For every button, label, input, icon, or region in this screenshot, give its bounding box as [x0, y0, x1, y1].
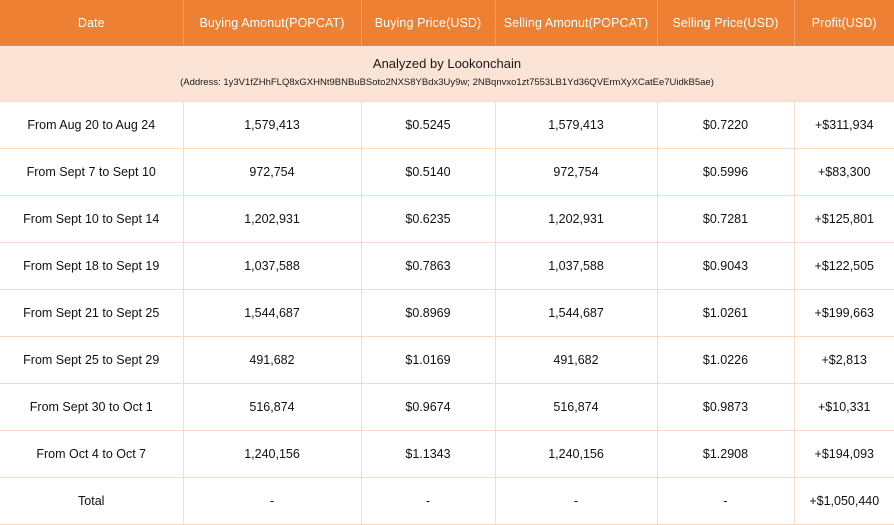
cell-buying-price: $0.7863 — [361, 242, 496, 290]
table-row[interactable]: From Sept 25 to Sept 29 491,682 $1.0169 … — [0, 336, 894, 384]
cell-selling-price: $0.5996 — [657, 148, 795, 196]
cell-selling-amount: 1,544,687 — [495, 289, 658, 337]
column-header-buying-amount[interactable]: Buying Amonut(POPCAT) — [183, 0, 362, 46]
header-row: Date Buying Amonut(POPCAT) Buying Price(… — [0, 0, 894, 46]
popcat-trading-table: Date Buying Amonut(POPCAT) Buying Price(… — [0, 0, 894, 525]
cell-selling-price: $1.2908 — [657, 430, 795, 478]
table-body: From Aug 20 to Aug 24 1,579,413 $0.5245 … — [0, 101, 894, 525]
cell-selling-amount: 1,037,588 — [495, 242, 658, 290]
column-header-buying-price[interactable]: Buying Price(USD) — [361, 0, 496, 46]
cell-date: From Sept 18 to Sept 19 — [0, 242, 184, 290]
cell-profit: +$122,505 — [794, 242, 894, 290]
table-row[interactable]: From Sept 30 to Oct 1 516,874 $0.9674 51… — [0, 383, 894, 431]
cell-buying-amount: 491,682 — [183, 336, 362, 384]
banner-cell: Analyzed by Lookonchain (Address: 1y3V1f… — [0, 46, 894, 102]
profit-table-container: Date Buying Amonut(POPCAT) Buying Price(… — [0, 0, 894, 525]
cell-selling-amount: 1,240,156 — [495, 430, 658, 478]
banner-address: (Address: 1y3V1fZHhFLQ8xGXHNt9BNBuBSoto2… — [180, 77, 714, 88]
cell-selling-amount: 1,202,931 — [495, 195, 658, 243]
column-header-selling-amount[interactable]: Selling Amonut(POPCAT) — [495, 0, 658, 46]
cell-date: From Oct 4 to Oct 7 — [0, 430, 184, 478]
cell-selling-amount: 516,874 — [495, 383, 658, 431]
cell-selling-price: $0.7281 — [657, 195, 795, 243]
cell-profit: +$2,813 — [794, 336, 894, 384]
cell-buying-amount: 1,202,931 — [183, 195, 362, 243]
cell-total-buying-price: - — [361, 477, 496, 525]
cell-date: From Sept 10 to Sept 14 — [0, 195, 184, 243]
cell-buying-price: $0.5245 — [361, 101, 496, 149]
banner-row: Analyzed by Lookonchain (Address: 1y3V1f… — [0, 46, 894, 102]
banner-title: Analyzed by Lookonchain — [372, 56, 522, 71]
column-header-profit[interactable]: Profit(USD) — [794, 0, 894, 46]
cell-total-profit: +$1,050,440 — [794, 477, 894, 525]
cell-buying-price: $0.8969 — [361, 289, 496, 337]
cell-date: From Sept 25 to Sept 29 — [0, 336, 184, 384]
cell-selling-price: $0.9043 — [657, 242, 795, 290]
cell-profit: +$199,663 — [794, 289, 894, 337]
table-row[interactable]: From Oct 4 to Oct 7 1,240,156 $1.1343 1,… — [0, 430, 894, 478]
cell-date: From Sept 7 to Sept 10 — [0, 148, 184, 196]
cell-selling-price: $1.0226 — [657, 336, 795, 384]
table-row[interactable]: From Sept 10 to Sept 14 1,202,931 $0.623… — [0, 195, 894, 243]
cell-buying-amount: 972,754 — [183, 148, 362, 196]
cell-total-buying-amount: - — [183, 477, 362, 525]
cell-buying-amount: 1,579,413 — [183, 101, 362, 149]
cell-total-label: Total — [0, 477, 184, 525]
cell-total-selling-amount: - — [495, 477, 658, 525]
cell-buying-amount: 1,240,156 — [183, 430, 362, 478]
cell-profit: +$125,801 — [794, 195, 894, 243]
cell-selling-amount: 972,754 — [495, 148, 658, 196]
cell-profit: +$10,331 — [794, 383, 894, 431]
cell-buying-amount: 1,544,687 — [183, 289, 362, 337]
cell-profit: +$83,300 — [794, 148, 894, 196]
cell-buying-price: $0.9674 — [361, 383, 496, 431]
table-row[interactable]: From Aug 20 to Aug 24 1,579,413 $0.5245 … — [0, 101, 894, 149]
cell-date: From Sept 30 to Oct 1 — [0, 383, 184, 431]
table-banner: Analyzed by Lookonchain (Address: 1y3V1f… — [0, 46, 894, 102]
cell-selling-price: $0.9873 — [657, 383, 795, 431]
cell-buying-amount: 516,874 — [183, 383, 362, 431]
cell-selling-amount: 491,682 — [495, 336, 658, 384]
column-header-date[interactable]: Date — [0, 0, 184, 46]
cell-selling-price: $0.7220 — [657, 101, 795, 149]
cell-profit: +$311,934 — [794, 101, 894, 149]
cell-buying-price: $1.0169 — [361, 336, 496, 384]
column-header-selling-price[interactable]: Selling Price(USD) — [657, 0, 795, 46]
table-row-total[interactable]: Total - - - - +$1,050,440 — [0, 477, 894, 525]
cell-selling-price: $1.0261 — [657, 289, 795, 337]
cell-selling-amount: 1,579,413 — [495, 101, 658, 149]
table-header: Date Buying Amonut(POPCAT) Buying Price(… — [0, 0, 894, 46]
cell-buying-price: $0.6235 — [361, 195, 496, 243]
table-row[interactable]: From Sept 21 to Sept 25 1,544,687 $0.896… — [0, 289, 894, 337]
table-row[interactable]: From Sept 7 to Sept 10 972,754 $0.5140 9… — [0, 148, 894, 196]
cell-profit: +$194,093 — [794, 430, 894, 478]
cell-date: From Aug 20 to Aug 24 — [0, 101, 184, 149]
cell-buying-price: $1.1343 — [361, 430, 496, 478]
table-row[interactable]: From Sept 18 to Sept 19 1,037,588 $0.786… — [0, 242, 894, 290]
cell-date: From Sept 21 to Sept 25 — [0, 289, 184, 337]
cell-buying-price: $0.5140 — [361, 148, 496, 196]
cell-buying-amount: 1,037,588 — [183, 242, 362, 290]
cell-total-selling-price: - — [657, 477, 795, 525]
